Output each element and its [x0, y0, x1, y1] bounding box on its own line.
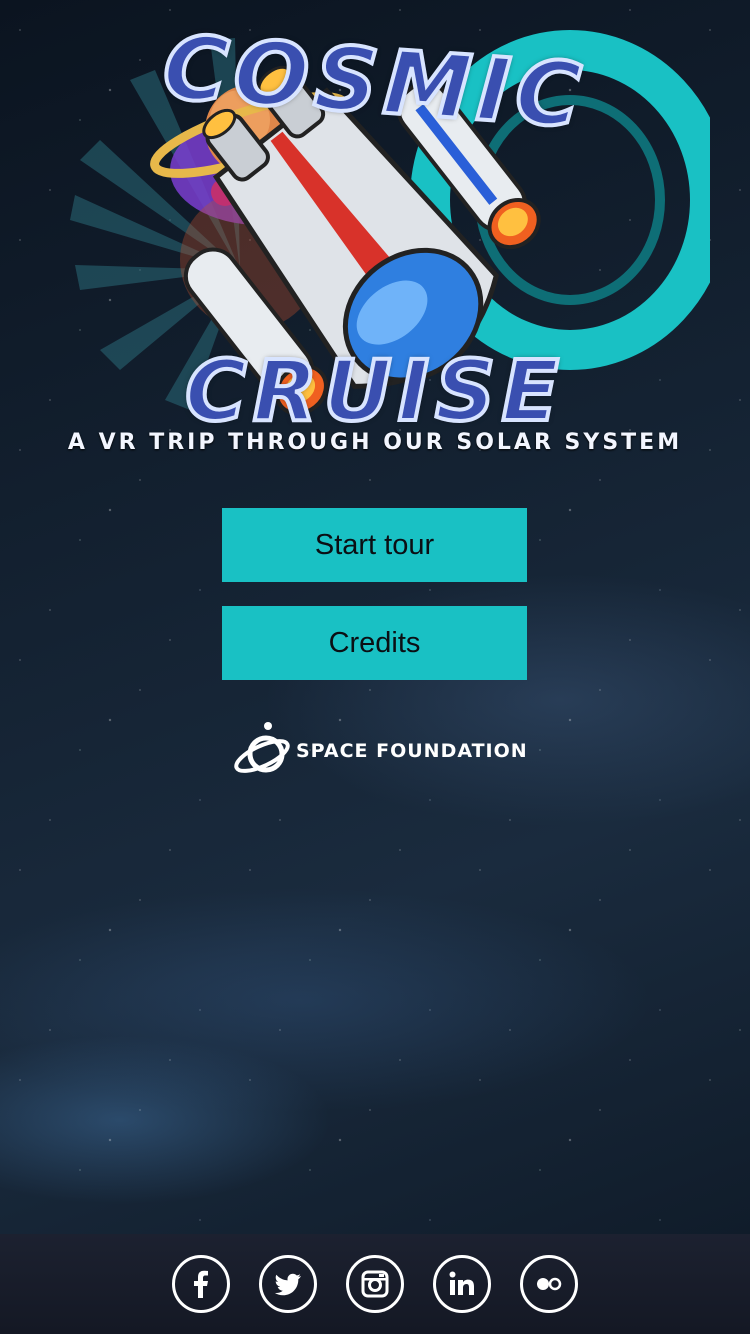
- linkedin-icon: [449, 1271, 474, 1295]
- instagram-icon: [361, 1270, 389, 1298]
- facebook-icon: [194, 1270, 208, 1298]
- sponsor-name: SPACE FOUNDATION: [296, 740, 528, 762]
- start-tour-button[interactable]: Start tour: [222, 508, 527, 582]
- flickr-button[interactable]: [520, 1255, 578, 1313]
- instagram-button[interactable]: [346, 1255, 404, 1313]
- main-menu-screen: COSMIC CRUISE A VR TRIP THROUGH OUR SOLA…: [0, 0, 750, 1334]
- space-foundation-logo-icon: [234, 722, 290, 773]
- twitter-icon: [274, 1273, 301, 1296]
- cosmic-cruise-logo: COSMIC CRUISE: [40, 13, 710, 442]
- facebook-button[interactable]: [172, 1255, 230, 1313]
- social-footer: [0, 1234, 750, 1334]
- twitter-button[interactable]: [259, 1255, 317, 1313]
- tagline: A VR TRIP THROUGH OUR SOLAR SYSTEM: [67, 430, 683, 455]
- linkedin-button[interactable]: [433, 1255, 491, 1313]
- logo-title-cruise: CRUISE: [183, 340, 565, 442]
- flickr-icon: [537, 1277, 562, 1291]
- credits-button[interactable]: Credits: [222, 606, 527, 680]
- sponsor-logo: SPACE FOUNDATION: [232, 718, 527, 784]
